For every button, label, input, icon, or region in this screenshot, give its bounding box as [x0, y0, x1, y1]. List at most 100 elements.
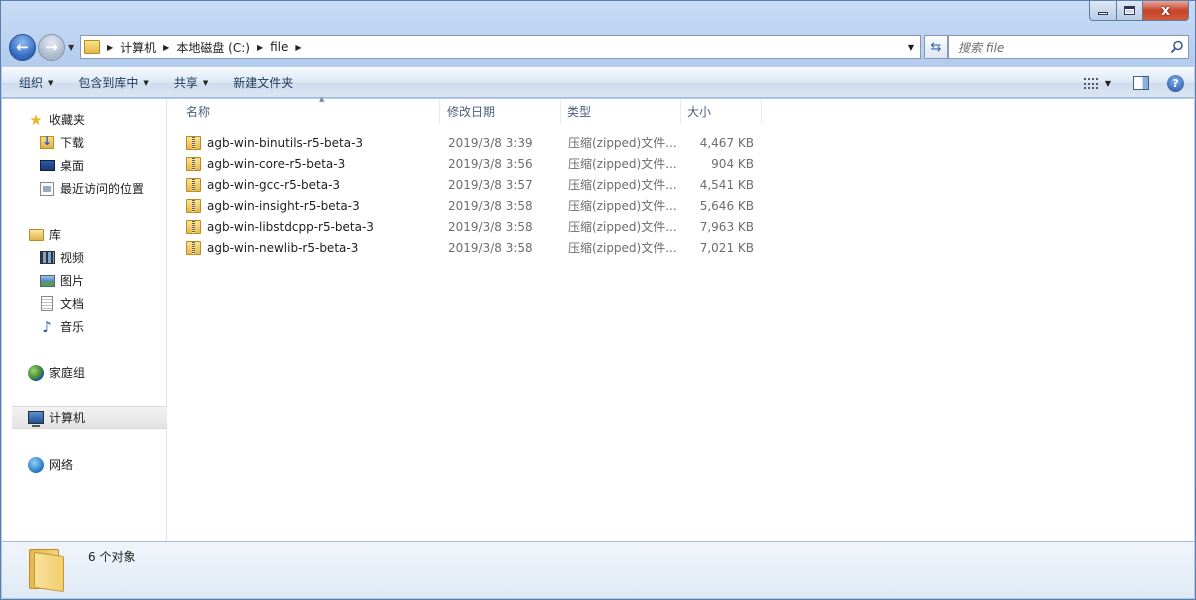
- file-type: 压缩(zipped)文件...: [568, 220, 677, 234]
- search-icon[interactable]: [1170, 40, 1184, 54]
- column-header-name[interactable]: ▲ 名称: [180, 95, 440, 124]
- sidebar-item-label: 库: [49, 228, 62, 242]
- change-view-icon[interactable]: [1083, 77, 1098, 89]
- documents-icon: [41, 296, 53, 311]
- sidebar-item-label: 收藏夹: [49, 113, 86, 127]
- toolbar-right: ▼ ?: [1083, 71, 1184, 95]
- sidebar-item-computer[interactable]: 计算机: [12, 406, 167, 429]
- zip-folder-icon: [186, 198, 201, 213]
- column-header-modified[interactable]: 修改日期: [441, 99, 561, 124]
- file-size: 904 KB: [711, 156, 754, 171]
- minimize-icon: [1098, 12, 1108, 15]
- zip-folder-icon: [186, 219, 201, 234]
- search-placeholder: 搜索 file: [958, 40, 1005, 55]
- minimize-button[interactable]: [1089, 1, 1117, 21]
- file-row[interactable]: agb-win-insight-r5-beta-3 2019/3/8 3:58 …: [186, 195, 766, 216]
- sidebar-item-desktop[interactable]: 桌面: [2, 154, 167, 177]
- folder-icon: [29, 549, 65, 593]
- details-pane: 6 个对象: [2, 541, 1194, 598]
- column-header-type[interactable]: 类型: [561, 99, 681, 124]
- sidebar-item-libraries[interactable]: 库: [2, 223, 167, 246]
- include-in-library-label: 包含到库中: [78, 76, 139, 90]
- address-bar[interactable]: ▶ 计算机 ▶ 本地磁盘 (C:) ▶ file ▶ ▼: [80, 35, 921, 59]
- chevron-down-icon: ▼: [143, 78, 149, 87]
- close-button[interactable]: x: [1143, 1, 1189, 21]
- zip-folder-icon: [186, 240, 201, 255]
- organize-menu[interactable]: 组织 ▼: [11, 71, 61, 95]
- preview-pane-icon[interactable]: [1133, 76, 1149, 90]
- file-date: 2019/3/8 3:57: [448, 177, 533, 192]
- breadcrumb-file[interactable]: file: [270, 40, 288, 54]
- file-list: ▲ 名称 修改日期 类型 大小 agb-win-binutils-r5-beta…: [168, 95, 1194, 541]
- library-icon: [28, 228, 44, 241]
- search-input[interactable]: 搜索 file: [948, 35, 1189, 59]
- music-icon: ♪: [42, 317, 52, 336]
- breadcrumb-chevron-icon[interactable]: ▶: [295, 43, 301, 52]
- file-date: 2019/3/8 3:39: [448, 135, 533, 150]
- sidebar-item-documents[interactable]: 文档: [2, 292, 167, 315]
- zip-folder-icon: [186, 177, 201, 192]
- close-icon: x: [1160, 2, 1171, 19]
- favorites-group: ★ 收藏夹 下载 桌面 最近访问的位置: [2, 108, 167, 200]
- sidebar-item-label: 文档: [60, 297, 85, 311]
- sidebar-item-label: 网络: [49, 458, 74, 472]
- file-row[interactable]: agb-win-newlib-r5-beta-3 2019/3/8 3:58 压…: [186, 237, 766, 258]
- sidebar-item-favorites[interactable]: ★ 收藏夹: [2, 108, 167, 131]
- sidebar-item-homegroup[interactable]: 家庭组: [2, 361, 167, 384]
- back-button[interactable]: ←: [9, 33, 36, 61]
- organize-label: 组织: [19, 76, 44, 90]
- sidebar-item-network[interactable]: 网络: [2, 453, 167, 476]
- forward-arrow-icon: →: [45, 38, 58, 56]
- file-row[interactable]: agb-win-binutils-r5-beta-3 2019/3/8 3:39…: [186, 132, 766, 153]
- sidebar-item-music[interactable]: ♪ 音乐: [2, 315, 167, 338]
- sidebar-item-videos[interactable]: 视频: [2, 246, 167, 269]
- file-type: 压缩(zipped)文件...: [568, 136, 677, 150]
- breadcrumb-chevron-icon[interactable]: ▶: [163, 43, 169, 52]
- column-header-label: 修改日期: [447, 105, 496, 119]
- forward-button[interactable]: →: [38, 33, 65, 61]
- file-size: 7,021 KB: [699, 240, 754, 255]
- file-date: 2019/3/8 3:56: [448, 156, 533, 171]
- breadcrumb-computer[interactable]: 计算机: [120, 39, 156, 56]
- sidebar-item-downloads[interactable]: 下载: [2, 131, 167, 154]
- sidebar-item-recent-places[interactable]: 最近访问的位置: [2, 177, 167, 200]
- sidebar-item-label: 视频: [60, 251, 85, 265]
- view-options-dropdown-icon[interactable]: ▼: [1105, 79, 1111, 88]
- homegroup-icon: [28, 364, 44, 381]
- video-icon: [39, 251, 55, 264]
- file-size: 4,541 KB: [699, 177, 754, 192]
- file-name: agb-win-binutils-r5-beta-3: [207, 135, 364, 150]
- maximize-button[interactable]: [1117, 1, 1143, 21]
- sidebar-item-label: 下载: [60, 136, 85, 150]
- breadcrumb-local-disk[interactable]: 本地磁盘 (C:): [176, 39, 250, 56]
- file-date: 2019/3/8 3:58: [448, 219, 533, 234]
- sidebar-item-pictures[interactable]: 图片: [2, 269, 167, 292]
- refresh-button[interactable]: ⇆: [924, 35, 948, 59]
- recent-pages-dropdown[interactable]: ▼: [68, 43, 74, 52]
- column-header-size[interactable]: 大小: [681, 99, 762, 124]
- navigation-pane: ★ 收藏夹 下载 桌面 最近访问的位置: [2, 99, 167, 541]
- breadcrumb-chevron-icon[interactable]: ▶: [107, 43, 113, 52]
- file-row[interactable]: agb-win-core-r5-beta-3 2019/3/8 3:56 压缩(…: [186, 153, 766, 174]
- address-dropdown-button[interactable]: ▼: [902, 36, 920, 58]
- computer-icon: [28, 411, 44, 427]
- zip-folder-icon: [186, 156, 201, 171]
- file-name: agb-win-libstdcpp-r5-beta-3: [207, 219, 374, 234]
- file-name: agb-win-insight-r5-beta-3: [207, 198, 360, 213]
- share-menu[interactable]: 共享 ▼: [166, 71, 216, 95]
- help-icon[interactable]: ?: [1167, 74, 1184, 92]
- network-group: 网络: [2, 453, 167, 476]
- file-row[interactable]: agb-win-libstdcpp-r5-beta-3 2019/3/8 3:5…: [186, 216, 766, 237]
- chevron-down-icon: ▼: [48, 78, 54, 87]
- file-row[interactable]: agb-win-gcc-r5-beta-3 2019/3/8 3:57 压缩(z…: [186, 174, 766, 195]
- column-header-label: 名称: [186, 105, 211, 119]
- new-folder-label: 新建文件夹: [233, 76, 294, 90]
- desktop-icon: [39, 160, 55, 171]
- include-in-library-menu[interactable]: 包含到库中 ▼: [70, 71, 156, 95]
- breadcrumb-chevron-icon[interactable]: ▶: [257, 43, 263, 52]
- caption-buttons: x: [1089, 1, 1189, 21]
- file-type: 压缩(zipped)文件...: [568, 199, 677, 213]
- new-folder-button[interactable]: 新建文件夹: [225, 71, 301, 95]
- pictures-icon: [39, 274, 55, 287]
- download-folder-icon: [40, 134, 54, 149]
